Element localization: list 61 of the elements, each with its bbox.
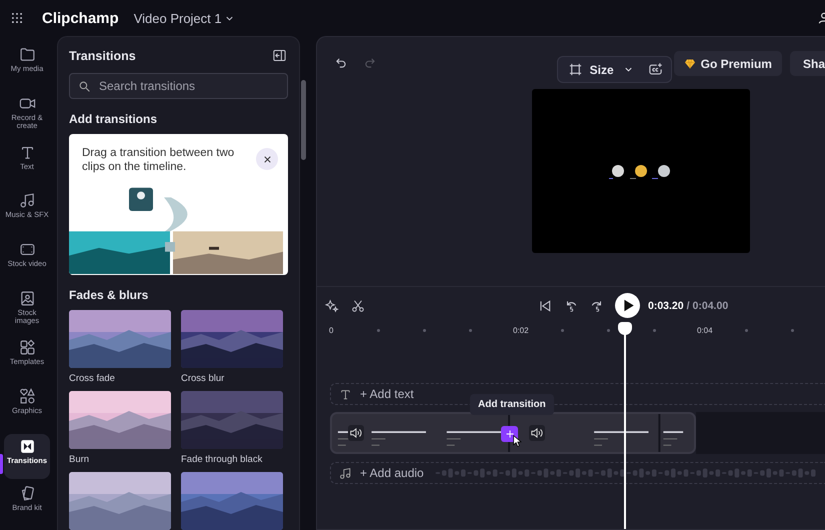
current-time: 0:03.20: [648, 300, 684, 312]
time-marker: 0: [329, 326, 334, 334]
tick-dot: [745, 328, 748, 332]
sparkle-icon[interactable]: [325, 298, 339, 312]
tick-dot: [653, 328, 656, 332]
scissors-icon[interactable]: [351, 298, 365, 312]
templates-icon: [18, 338, 36, 356]
time-marker: 0:02: [513, 326, 529, 334]
share-button[interactable]: Sha: [790, 51, 825, 76]
tick-dot: [561, 328, 564, 332]
tick-dot: [423, 328, 426, 332]
total-time: 0:04.00: [692, 300, 728, 312]
speaker-icon[interactable]: [529, 425, 545, 441]
section-heading: Add transitions: [69, 112, 158, 126]
size-button[interactable]: Size: [568, 62, 634, 77]
panel-title: Transitions: [69, 48, 136, 62]
music-icon: [18, 192, 36, 210]
apps-menu-icon[interactable]: [10, 11, 24, 25]
time-separator: /: [686, 300, 690, 312]
forward-icon[interactable]: [590, 298, 604, 312]
captions-icon[interactable]: [648, 62, 663, 77]
collapse-panel-icon[interactable]: [272, 48, 287, 63]
premium-button[interactable]: Go Premium: [674, 51, 782, 76]
add-transition-button[interactable]: [501, 426, 518, 442]
tick-dot: [607, 328, 610, 332]
transition-label: Cross fade: [69, 373, 116, 386]
text-icon: [339, 388, 352, 400]
selection-marker: [0, 454, 3, 474]
shapes-icon: [18, 388, 36, 405]
play-icon[interactable]: [615, 293, 640, 318]
section-heading: Fades & blurs: [69, 288, 150, 302]
undo-icon[interactable]: [334, 56, 348, 70]
skip-back-icon[interactable]: [538, 298, 552, 312]
rewind-icon[interactable]: [564, 298, 578, 312]
folder-icon: [18, 46, 36, 63]
close-icon: [262, 154, 272, 164]
plus-icon: [504, 428, 516, 440]
search-field[interactable]: Search transitions: [69, 73, 288, 99]
transition-label: Fade through black: [181, 454, 264, 467]
tick-dot: [377, 328, 380, 332]
track-label: + Add audio: [360, 466, 424, 480]
image-icon: [18, 290, 36, 307]
app-name: Clipchamp: [42, 10, 119, 26]
transition-label: Burn: [69, 454, 90, 467]
tick-dot: [791, 328, 794, 332]
speaker-icon[interactable]: [348, 425, 364, 441]
diamond-icon: [684, 58, 696, 70]
track-label: + Add text: [360, 387, 414, 401]
transition-label: Cross blur: [181, 373, 226, 386]
transition-icon: [18, 438, 36, 456]
tooltip: Add transition: [470, 394, 554, 415]
tip-text: Drag a transition between two clips on the timeline.: [82, 146, 236, 174]
scrollbar[interactable]: [301, 80, 306, 160]
music-icon: [339, 466, 352, 480]
audio-track[interactable]: + Add audio: [330, 462, 825, 484]
close-button[interactable]: [256, 148, 278, 170]
time-marker: 0:04: [697, 326, 713, 334]
project-title-button[interactable]: Video Project 1: [134, 10, 235, 26]
tick-dot: [469, 328, 472, 332]
crop-icon: [568, 62, 583, 77]
search-icon: [78, 80, 91, 93]
